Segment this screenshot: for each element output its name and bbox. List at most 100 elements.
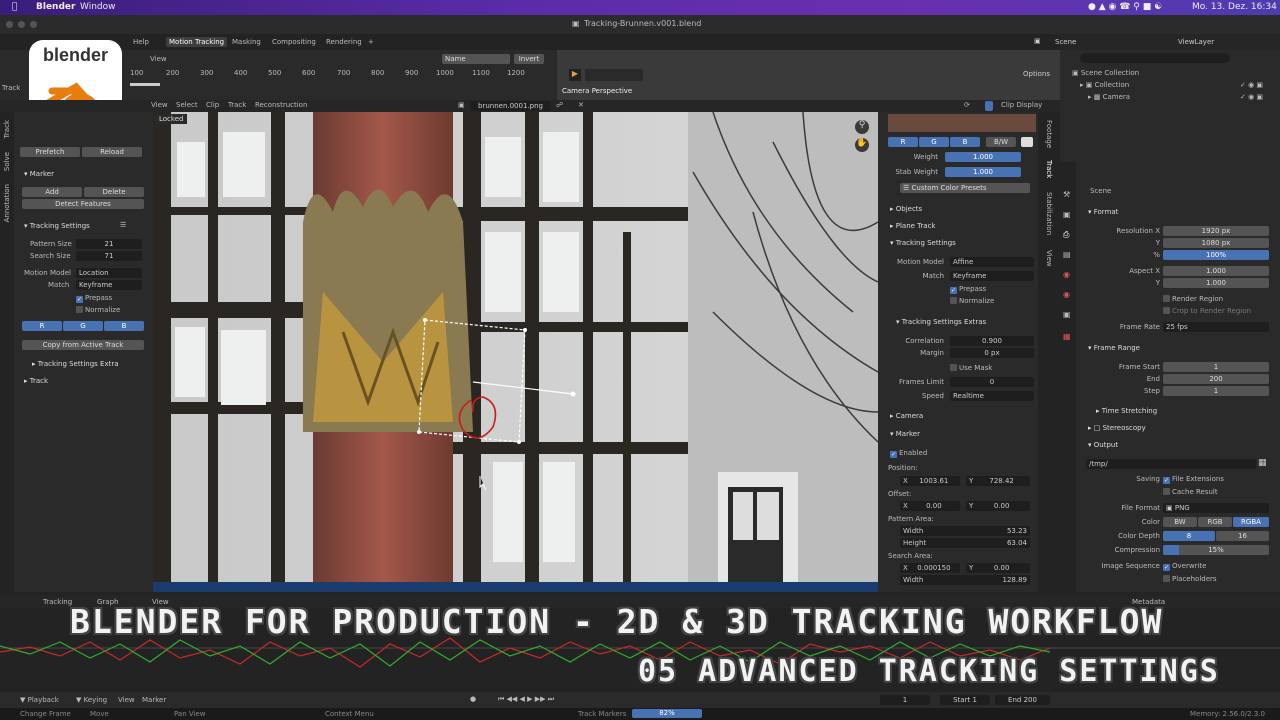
offset-x-field[interactable]: X 0.00 <box>900 501 960 511</box>
format-section[interactable]: ▾ Format <box>1088 208 1118 216</box>
preview-alpha-toggle[interactable] <box>1021 137 1033 147</box>
pattern-height-field[interactable]: Height 63.04 <box>900 538 1030 548</box>
apple-icon[interactable]:  <box>12 2 17 12</box>
dopesheet-view-menu[interactable]: View <box>150 55 167 63</box>
current-frame-field[interactable]: 1 <box>880 695 930 705</box>
frame-rate-dropdown[interactable]: 25 fps <box>1163 322 1269 332</box>
tab-masking[interactable]: Masking <box>232 38 261 46</box>
stab-weight-slider[interactable]: 1.000 <box>945 167 1021 177</box>
add-marker-button[interactable]: Add <box>22 187 82 197</box>
cache-result-checkbox[interactable]: Cache Result <box>1163 488 1218 496</box>
help-menu[interactable]: Help <box>133 38 149 46</box>
marker-section[interactable]: ▾ Marker <box>24 170 54 178</box>
time-stretching-section[interactable]: ▸ Time Stretching <box>1096 407 1157 415</box>
clip-display-dropdown[interactable]: Clip Display <box>1001 101 1042 109</box>
clip-menu-clip[interactable]: Clip <box>206 101 219 109</box>
enabled-checkbox[interactable]: ✓ Enabled <box>890 449 927 458</box>
match-dropdown-right[interactable]: Keyframe <box>950 271 1034 281</box>
marker-section-right[interactable]: ▾ Marker <box>890 430 920 438</box>
visibility-eye-icon[interactable]: ✓ ◉ ▣ <box>1240 81 1263 89</box>
outliner-camera[interactable]: ▸ ▩ Camera <box>1088 93 1130 101</box>
clip-menu-reconstruction[interactable]: Reconstruction <box>255 101 307 109</box>
end-frame-field[interactable]: End 200 <box>995 695 1050 705</box>
channel-r-toggle[interactable]: R <box>22 321 62 331</box>
minimize-window-button[interactable] <box>18 21 25 28</box>
close-icon[interactable]: ✕ <box>578 101 584 109</box>
tab-rendering[interactable]: Rendering <box>326 38 362 46</box>
pattern-width-field[interactable]: Width 53.23 <box>900 526 1030 536</box>
pattern-size-field[interactable]: 21 <box>76 239 142 249</box>
shield-icon[interactable]: ☍ <box>556 101 563 109</box>
frame-scrollbar[interactable] <box>130 83 160 86</box>
tracking-mode-dropdown[interactable]: Tracking <box>43 598 72 606</box>
weight-slider[interactable]: 1.000 <box>945 152 1021 162</box>
options-dropdown[interactable]: Options <box>1023 70 1050 78</box>
tab-compositing[interactable]: Compositing <box>272 38 316 46</box>
tracking-settings-extra-section[interactable]: ▸ Tracking Settings Extra <box>32 360 119 368</box>
timeline-ruler[interactable]: 100 200 300 400 500 600 700 800 900 1000… <box>130 69 555 81</box>
use-mask-checkbox[interactable]: Use Mask <box>950 364 992 372</box>
search-area-width-field[interactable]: Width 128.89 <box>900 575 1030 585</box>
output-path-field[interactable]: /tmp/ <box>1086 459 1256 469</box>
delete-marker-button[interactable]: Delete <box>84 187 144 197</box>
camera-visibility-icon[interactable]: ✓ ◉ ▣ <box>1240 93 1263 101</box>
compression-slider[interactable]: 15% <box>1163 545 1269 555</box>
color-rgb-toggle[interactable]: RGB <box>1198 517 1232 527</box>
collection-icon[interactable]: ▣ <box>1063 310 1071 319</box>
margin-field[interactable]: 0 px <box>950 348 1034 358</box>
tab-motion-tracking[interactable]: Motion Tracking <box>166 37 228 47</box>
detect-features-button[interactable]: Detect Features <box>22 199 144 209</box>
frames-limit-field[interactable]: 0 <box>950 377 1034 387</box>
depth-8-toggle[interactable]: 8 <box>1163 531 1215 541</box>
keying-menu[interactable]: ▼ Keying <box>76 696 107 704</box>
clip-menu-select[interactable]: Select <box>176 101 198 109</box>
reload-button[interactable]: Reload <box>82 147 142 157</box>
search-size-field[interactable]: 71 <box>76 251 142 261</box>
preview-bw-toggle[interactable]: B/W <box>986 137 1016 147</box>
add-workspace-button[interactable]: + <box>368 38 374 46</box>
res-x-field[interactable]: 1920 px <box>1163 226 1269 236</box>
overwrite-checkbox[interactable]: ✓ Overwrite <box>1163 562 1206 571</box>
timeline-marker-menu[interactable]: Marker <box>142 696 166 704</box>
timeline-view-menu[interactable]: View <box>118 696 135 704</box>
presets-icon[interactable]: ☰ <box>120 221 126 229</box>
texture-icon[interactable]: ▦ <box>1063 332 1071 341</box>
world-icon[interactable]: ◉ <box>1063 290 1070 299</box>
camera-viewport[interactable]: ▶ Camera Perspective Options <box>557 50 1060 100</box>
prepass-checkbox-right[interactable]: ✓ Prepass <box>950 285 986 294</box>
position-y-field[interactable]: Y 728.42 <box>966 476 1030 486</box>
start-frame-field[interactable]: Start 1 <box>940 695 990 705</box>
tracking-settings-section[interactable]: ▾ Tracking Settings <box>24 222 90 230</box>
color-rgba-toggle[interactable]: RGBA <box>1233 517 1269 527</box>
search-area-x-field[interactable]: X 0.000150 <box>900 563 960 573</box>
objects-section[interactable]: ▸ Objects <box>890 205 922 213</box>
scene-icon-tab[interactable]: ◉ <box>1063 270 1070 279</box>
tab-solve[interactable]: Solve <box>3 152 11 171</box>
properties-icon-strip[interactable]: ⚒ ▣ ⎙ ▤ ◉ ◉ ▣ ▦ <box>1060 162 1076 592</box>
normalize-checkbox-right[interactable]: Normalize <box>950 297 994 305</box>
tab-view[interactable]: View <box>1045 250 1053 267</box>
frame-step-field[interactable]: 1 <box>1163 386 1269 396</box>
folder-icon[interactable]: ▦ <box>1258 458 1267 468</box>
search-area-y-field[interactable]: Y 0.00 <box>966 563 1030 573</box>
frame-start-field[interactable]: 1 <box>1163 362 1269 372</box>
name-sort-dropdown[interactable]: Name <box>442 54 510 64</box>
clip-file-field[interactable]: brunnen.0001.png <box>470 101 550 111</box>
motion-model-dropdown[interactable]: Location <box>76 268 142 278</box>
window-menu[interactable]: Window <box>80 2 116 12</box>
view-layer-icon[interactable]: ▤ <box>1063 250 1071 259</box>
playback-menu[interactable]: ▼ Playback <box>20 696 59 704</box>
tracking-settings-extras-section[interactable]: ▾ Tracking Settings Extras <box>896 318 986 326</box>
select-mode-buttons[interactable] <box>585 69 643 81</box>
play-icon[interactable]: ▶ <box>569 69 581 81</box>
preview-g-toggle[interactable]: G <box>919 137 949 147</box>
tab-footage[interactable]: Footage <box>1045 120 1053 148</box>
file-format-dropdown[interactable]: ▣ PNG <box>1163 503 1269 513</box>
lock-toggle[interactable] <box>985 101 993 111</box>
color-presets-dropdown[interactable]: ☰ Custom Color Presets <box>900 183 1030 193</box>
plane-track-section[interactable]: ▸ Plane Track <box>890 222 936 230</box>
camera-section[interactable]: ▸ Camera <box>890 412 923 420</box>
prepass-checkbox[interactable]: ✓ Prepass <box>76 294 112 303</box>
color-bw-toggle[interactable]: BW <box>1163 517 1197 527</box>
position-x-field[interactable]: X 1003.61 <box>900 476 960 486</box>
